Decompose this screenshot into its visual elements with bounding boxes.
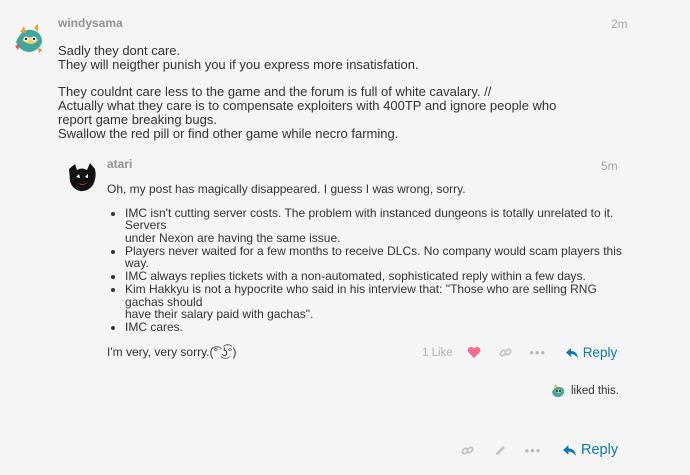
list-item: IMC cares.	[125, 321, 627, 334]
reply-button[interactable]: Reply	[565, 345, 618, 360]
list-item: IMC always replies tickets with a non-au…	[125, 270, 627, 283]
like-count[interactable]: 1 Like	[422, 347, 453, 359]
liked-by: liked this.	[550, 383, 619, 399]
post-line: They will neigther punish you if you exp…	[58, 57, 419, 72]
reply-button[interactable]: Reply	[562, 442, 618, 458]
post-line: Swallow the red pill or find other game …	[58, 126, 399, 141]
dragon-avatar-small-icon	[552, 384, 565, 397]
dragon-avatar-icon	[12, 22, 46, 56]
link-icon[interactable]	[499, 346, 513, 359]
list-item: Players never waited for a few months to…	[125, 243, 627, 270]
list-item-line: under Nexon are having the same issue.	[125, 230, 341, 245]
reply-body: Oh, my post has magically disappeared. I…	[107, 183, 627, 358]
black-cat-avatar-icon	[66, 161, 98, 193]
heart-icon[interactable]	[466, 346, 482, 359]
reply-intro: Oh, my post has magically disappeared. I…	[107, 182, 466, 196]
list-item-line: Players never waited for a few months to…	[125, 243, 622, 270]
post-line: Sadly they dont care.	[58, 43, 181, 58]
list-item-line: IMC isn't cutting server costs. The prob…	[125, 205, 614, 232]
post-body: Sadly they dont care. They will neigther…	[58, 44, 578, 154]
more-icon[interactable]: •••	[529, 345, 545, 360]
topic-stream: windysama 2m Sadly they dont care. They …	[0, 0, 635, 475]
post-paragraph: They couldnt care less to the game and t…	[58, 85, 578, 141]
liked-text: liked this.	[571, 385, 619, 397]
post-line: Actually what they care is to compensate…	[58, 98, 557, 127]
reply-actions: 1 Like ••• Reply	[422, 345, 617, 360]
reply-username[interactable]: atari	[107, 157, 132, 171]
reply-button-label: Reply	[581, 442, 619, 458]
post-line: They couldnt care less to the game and t…	[58, 84, 492, 99]
reply-bullet-list: IMC isn't cutting server costs. The prob…	[125, 205, 627, 334]
reply-arrow-icon	[563, 444, 576, 456]
list-item-line: Kim Hakkyu is not a hypocrite who said i…	[125, 282, 597, 309]
list-item-line: IMC cares.	[125, 320, 184, 334]
list-item-line: IMC always replies tickets with a non-au…	[125, 269, 586, 283]
liker-avatar[interactable]	[550, 383, 566, 399]
reply-timestamp[interactable]: 5m	[601, 159, 618, 173]
more-icon[interactable]: •••	[525, 443, 541, 458]
list-item: Kim Hakkyu is not a hypocrite who said i…	[125, 283, 627, 321]
atari-avatar[interactable]	[66, 161, 98, 193]
windysama-avatar[interactable]	[12, 22, 46, 56]
page-gutter	[635, 0, 690, 475]
reply-arrow-icon	[565, 347, 578, 358]
pencil-icon[interactable]	[493, 444, 507, 457]
post-username[interactable]: windysama	[58, 16, 123, 30]
list-item-line: have their salary paid with gachas".	[125, 307, 314, 321]
post-actions: ••• Reply	[460, 442, 618, 458]
list-item: IMC isn't cutting server costs. The prob…	[125, 205, 627, 245]
reply-button-label: Reply	[582, 345, 618, 360]
post-timestamp[interactable]: 2m	[611, 17, 628, 31]
post-paragraph: Sadly they dont care. They will neigther…	[58, 44, 578, 72]
link-icon[interactable]	[460, 444, 474, 457]
